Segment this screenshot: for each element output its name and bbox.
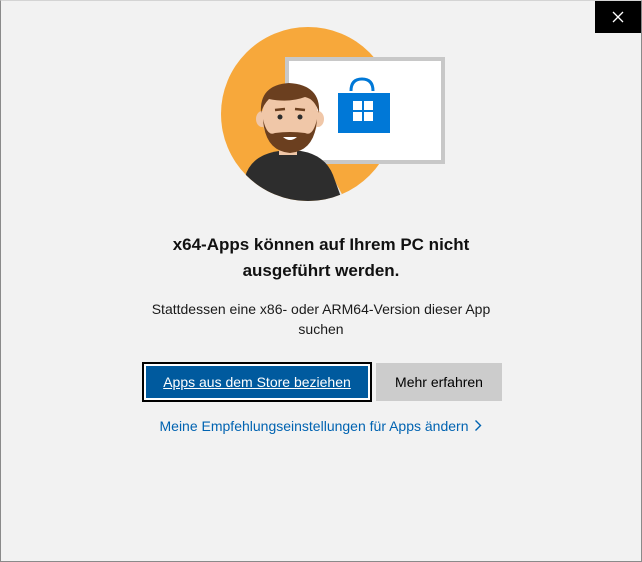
get-apps-from-store-button[interactable]: Apps aus dem Store beziehen [142, 362, 372, 402]
dialog-subtitle: Stattdessen eine x86- oder ARM64-Version… [121, 299, 521, 339]
close-button[interactable] [595, 1, 641, 33]
chevron-right-icon [474, 417, 482, 437]
recommendation-settings-link[interactable]: Meine Empfehlungseinstellungen für Apps … [1, 416, 641, 437]
learn-more-label: Mehr erfahren [395, 374, 483, 390]
dialog-window: x64-Apps können auf Ihrem PC nicht ausge… [0, 0, 642, 562]
subtitle-line-2: suchen [298, 321, 344, 337]
recommendation-settings-label: Meine Empfehlungseinstellungen für Apps … [159, 418, 469, 434]
subtitle-line-1: Stattdessen eine x86- oder ARM64-Version… [151, 301, 491, 317]
title-line-2: ausgeführt werden. [242, 261, 400, 280]
dialog-title: x64-Apps können auf Ihrem PC nicht ausge… [1, 232, 641, 284]
close-icon [612, 11, 624, 23]
title-line-1: x64-Apps können auf Ihrem PC nicht [172, 235, 470, 254]
get-apps-from-store-label: Apps aus dem Store beziehen [163, 374, 351, 390]
learn-more-button[interactable]: Mehr erfahren [376, 363, 502, 401]
hero-illustration [221, 27, 451, 222]
